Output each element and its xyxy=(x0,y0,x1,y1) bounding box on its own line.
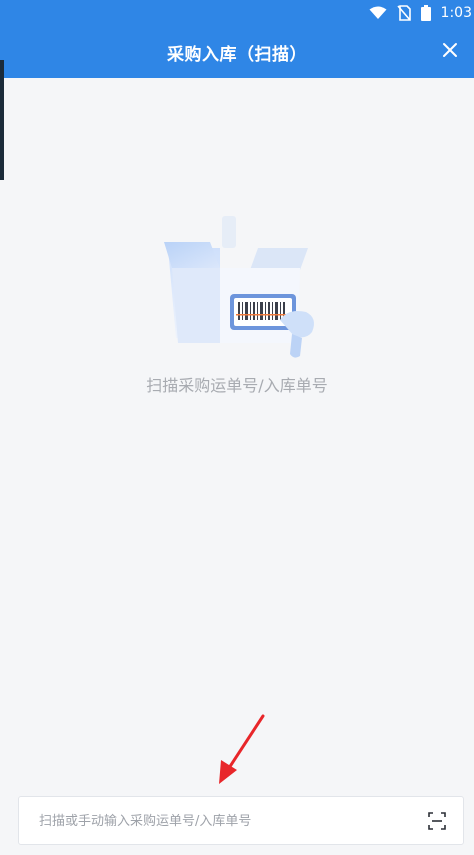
app-header: 1:03 采购入库（扫描） xyxy=(0,0,474,78)
scan-icon xyxy=(428,812,446,830)
no-sim-icon xyxy=(396,5,411,21)
page-title: 采购入库（扫描） xyxy=(167,45,307,65)
scan-button[interactable] xyxy=(427,811,447,831)
barcode-box-scanner-illustration xyxy=(164,216,314,358)
status-time: 1:03 xyxy=(440,5,472,21)
close-icon xyxy=(443,43,457,57)
empty-state-message: 扫描采购运单号/入库单号 xyxy=(146,376,328,395)
close-button[interactable] xyxy=(440,40,460,60)
search-bar xyxy=(18,796,464,846)
search-input[interactable] xyxy=(37,797,421,846)
left-edge-strip xyxy=(0,60,4,180)
empty-state: 扫描采购运单号/入库单号 xyxy=(0,200,474,400)
battery-icon xyxy=(420,5,431,21)
red-arrow-annotation xyxy=(219,714,265,784)
status-bar: 1:03 xyxy=(352,0,474,26)
wifi-icon xyxy=(369,6,387,20)
